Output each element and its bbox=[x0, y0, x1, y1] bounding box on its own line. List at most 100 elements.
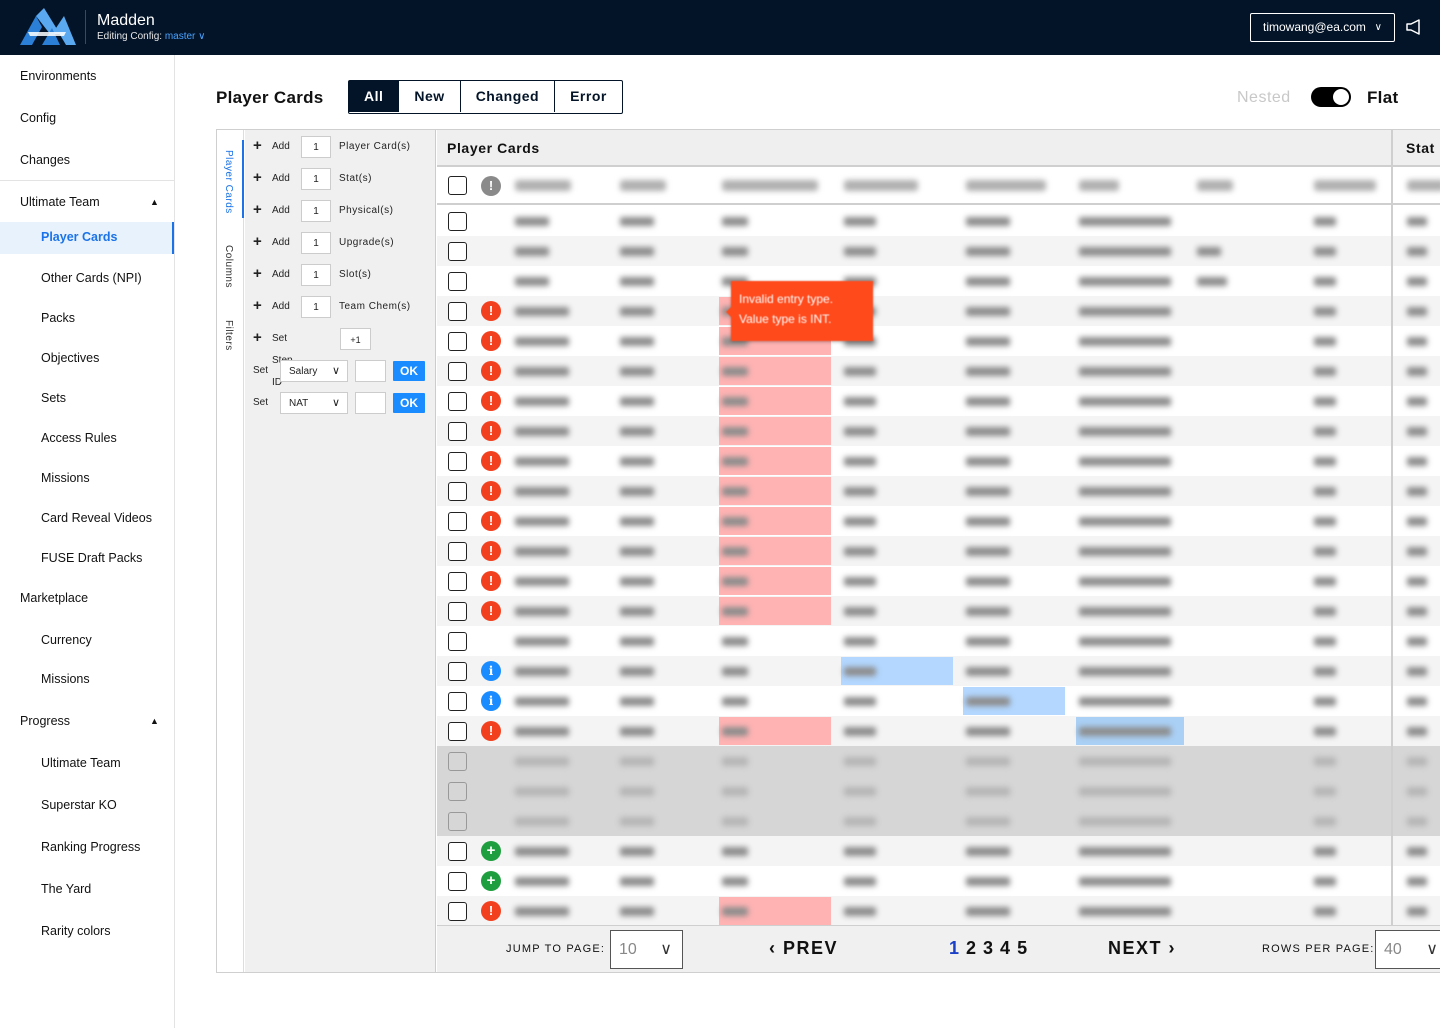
table-row[interactable]: ! bbox=[437, 296, 1427, 326]
table-cell[interactable] bbox=[620, 277, 654, 286]
row-checkbox[interactable] bbox=[448, 332, 467, 351]
error-icon[interactable]: ! bbox=[481, 451, 501, 471]
table-cell[interactable] bbox=[1079, 547, 1171, 556]
sidebar-item-packs[interactable]: Packs bbox=[0, 309, 174, 329]
table-cell[interactable] bbox=[722, 427, 748, 436]
error-icon[interactable]: ! bbox=[481, 571, 501, 591]
table-cell[interactable] bbox=[722, 907, 748, 916]
table-row[interactable]: ! bbox=[437, 476, 1427, 506]
error-icon[interactable]: ! bbox=[481, 421, 501, 441]
table-cell[interactable] bbox=[844, 487, 876, 496]
table-row[interactable] bbox=[437, 776, 1427, 806]
table-cell[interactable] bbox=[1407, 337, 1427, 346]
table-cell[interactable] bbox=[1314, 427, 1336, 436]
table-cell[interactable] bbox=[966, 217, 1010, 226]
table-cell[interactable] bbox=[1407, 247, 1427, 256]
plus-icon[interactable]: + bbox=[253, 136, 262, 156]
table-cell[interactable] bbox=[1079, 757, 1171, 766]
row-checkbox[interactable] bbox=[448, 512, 467, 531]
plus-icon[interactable]: + bbox=[253, 328, 262, 348]
table-cell[interactable] bbox=[722, 397, 748, 406]
stat-cell[interactable] bbox=[1393, 536, 1440, 566]
table-row[interactable] bbox=[437, 266, 1427, 296]
table-cell[interactable] bbox=[1314, 727, 1336, 736]
table-cell[interactable] bbox=[1314, 367, 1336, 376]
table-cell[interactable] bbox=[844, 547, 876, 556]
table-cell[interactable] bbox=[844, 697, 876, 706]
table-row[interactable]: ! bbox=[437, 596, 1427, 626]
ok-button[interactable]: OK bbox=[393, 361, 425, 381]
table-cell[interactable] bbox=[844, 217, 876, 226]
table-cell[interactable] bbox=[620, 607, 654, 616]
select-all-checkbox[interactable] bbox=[448, 176, 467, 195]
table-cell[interactable] bbox=[1407, 877, 1427, 886]
table-cell[interactable] bbox=[1314, 457, 1336, 466]
stat-cell[interactable] bbox=[1393, 356, 1440, 386]
table-cell[interactable] bbox=[1079, 307, 1171, 316]
table-cell[interactable] bbox=[844, 907, 876, 916]
add-count-input[interactable]: 1 bbox=[301, 264, 331, 286]
chevron-up-icon[interactable]: ▲ bbox=[150, 197, 159, 207]
stat-cell[interactable] bbox=[1393, 416, 1440, 446]
sidebar-item-ultimate-team[interactable]: Ultimate Team bbox=[0, 754, 174, 774]
table-cell[interactable] bbox=[844, 757, 876, 766]
table-cell[interactable] bbox=[844, 397, 876, 406]
column-header[interactable] bbox=[722, 180, 818, 191]
table-cell[interactable] bbox=[722, 847, 748, 856]
sidebar-item-config[interactable]: Config bbox=[0, 109, 174, 129]
sidebar-item-currency[interactable]: Currency bbox=[0, 631, 174, 651]
stat-cell[interactable] bbox=[1393, 746, 1440, 776]
row-checkbox[interactable] bbox=[448, 572, 467, 591]
row-checkbox[interactable] bbox=[448, 482, 467, 501]
filter-tab-all[interactable]: All bbox=[349, 81, 400, 112]
table-cell[interactable] bbox=[966, 457, 1010, 466]
table-cell[interactable] bbox=[844, 577, 876, 586]
row-checkbox[interactable] bbox=[448, 392, 467, 411]
sidebar-item-ranking-progress[interactable]: Ranking Progress bbox=[0, 838, 174, 858]
vtab-player-cards[interactable]: Player Cards bbox=[223, 150, 234, 214]
plus-icon[interactable]: + bbox=[253, 232, 262, 252]
table-cell[interactable] bbox=[1079, 487, 1171, 496]
error-icon[interactable]: ! bbox=[481, 301, 501, 321]
table-cell[interactable] bbox=[966, 277, 1010, 286]
table-cell[interactable] bbox=[1407, 217, 1427, 226]
table-cell[interactable] bbox=[1079, 427, 1171, 436]
table-cell[interactable] bbox=[966, 847, 1010, 856]
table-cell[interactable] bbox=[966, 547, 1010, 556]
table-row[interactable]: i bbox=[437, 686, 1427, 716]
table-cell[interactable] bbox=[620, 517, 654, 526]
error-icon[interactable]: ! bbox=[481, 721, 501, 741]
stat-cell[interactable] bbox=[1393, 776, 1440, 806]
table-row[interactable] bbox=[437, 236, 1427, 266]
table-cell[interactable] bbox=[722, 547, 748, 556]
table-cell[interactable] bbox=[1079, 727, 1171, 736]
table-cell[interactable] bbox=[966, 757, 1010, 766]
table-cell[interactable] bbox=[722, 217, 748, 226]
view-nested-label[interactable]: Nested bbox=[1237, 89, 1291, 107]
table-cell[interactable] bbox=[1197, 247, 1221, 256]
stat-cell[interactable] bbox=[1393, 806, 1440, 836]
table-cell[interactable] bbox=[722, 457, 748, 466]
view-flat-label[interactable]: Flat bbox=[1367, 88, 1398, 108]
column-header[interactable] bbox=[1314, 180, 1376, 191]
table-cell[interactable] bbox=[515, 577, 569, 586]
table-cell[interactable] bbox=[844, 367, 876, 376]
table-cell[interactable] bbox=[1314, 397, 1336, 406]
table-cell[interactable] bbox=[1314, 517, 1336, 526]
row-checkbox[interactable] bbox=[448, 302, 467, 321]
table-cell[interactable] bbox=[1079, 817, 1171, 826]
table-cell[interactable] bbox=[966, 727, 1010, 736]
table-cell[interactable] bbox=[515, 307, 569, 316]
table-row[interactable]: ! bbox=[437, 416, 1427, 446]
stat-cell[interactable] bbox=[1393, 446, 1440, 476]
table-row[interactable]: ! bbox=[437, 716, 1427, 746]
vtab-filters[interactable]: Filters bbox=[223, 320, 234, 351]
row-checkbox[interactable] bbox=[448, 632, 467, 651]
table-cell[interactable] bbox=[844, 847, 876, 856]
column-header[interactable] bbox=[1079, 180, 1119, 191]
sidebar-item-the-yard[interactable]: The Yard bbox=[0, 880, 174, 900]
sidebar-item-player-cards[interactable]: Player Cards bbox=[0, 222, 174, 254]
table-cell[interactable] bbox=[1079, 397, 1171, 406]
set-value-input[interactable] bbox=[355, 392, 386, 414]
table-cell[interactable] bbox=[1079, 667, 1171, 676]
